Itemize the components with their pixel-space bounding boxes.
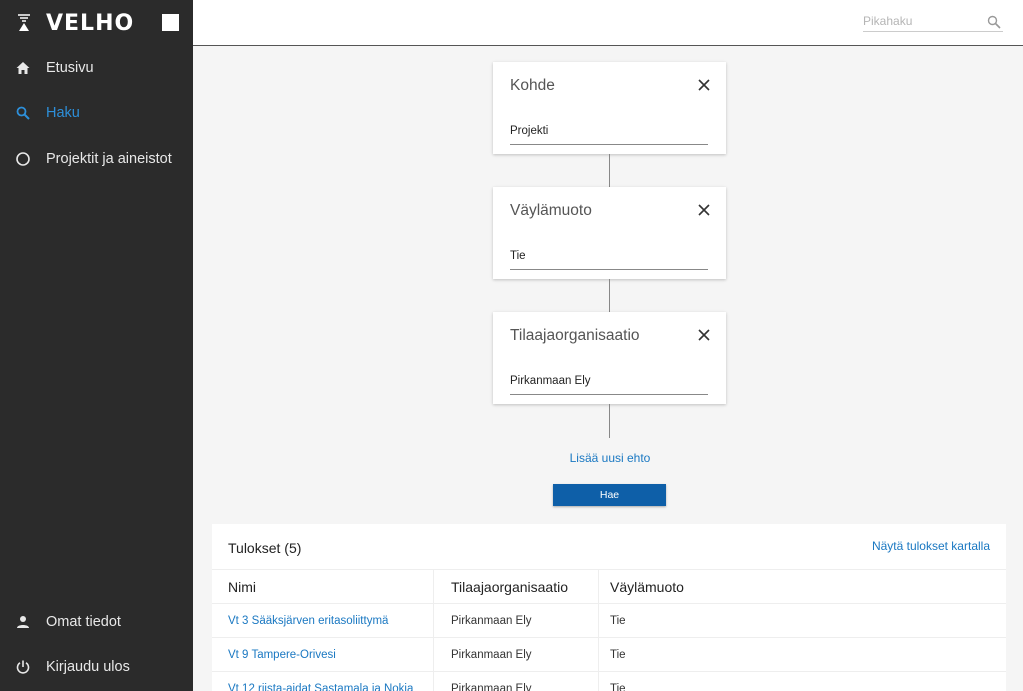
filter-title: Kohde bbox=[510, 77, 555, 94]
table-cell-organisation: Pirkanmaan Ely bbox=[433, 638, 598, 671]
search-button[interactable]: Hae bbox=[553, 484, 666, 506]
table-cell-name: Vt 3 Sääksjärven eritasoliittymä bbox=[228, 604, 433, 637]
table-cell-organisation: Pirkanmaan Ely bbox=[433, 604, 598, 637]
connector-line bbox=[609, 279, 610, 313]
results-panel: Tulokset (5) Näytä tulokset kartalla Nim… bbox=[212, 524, 1006, 691]
sidebar-item-label: Haku bbox=[46, 105, 80, 121]
close-icon[interactable] bbox=[698, 329, 710, 341]
connector-line bbox=[609, 154, 610, 188]
sidebar-item-label: Projektit ja aineistot bbox=[46, 151, 172, 167]
close-icon[interactable] bbox=[698, 204, 710, 216]
filter-value-field[interactable]: Projekti bbox=[510, 124, 708, 145]
top-bar bbox=[193, 0, 1023, 46]
home-icon bbox=[15, 60, 31, 76]
filter-card-kohde: Kohde Projekti bbox=[493, 62, 726, 154]
table-row[interactable]: Vt 12 riista-aidat Sastamala ja Nokia Pi… bbox=[212, 671, 1006, 691]
close-icon[interactable] bbox=[698, 79, 710, 91]
table-row[interactable]: Vt 9 Tampere-Orivesi Pirkanmaan Ely Tie bbox=[212, 637, 1006, 671]
sidebar-item-label: Etusivu bbox=[46, 60, 94, 76]
sidebar-item-haku[interactable]: Haku bbox=[0, 93, 193, 133]
sidebar-item-projektit[interactable]: Projektit ja aineistot bbox=[0, 139, 193, 179]
table-cell-mode: Tie bbox=[598, 672, 798, 691]
sidebar-item-label: Kirjaudu ulos bbox=[46, 659, 130, 675]
quick-search bbox=[863, 12, 1003, 32]
velho-logo-icon bbox=[18, 14, 30, 31]
table-cell-name: Vt 12 riista-aidat Sastamala ja Nokia bbox=[228, 672, 433, 691]
column-header-vaylamuoto[interactable]: Väylämuoto bbox=[598, 570, 798, 603]
table-cell-mode: Tie bbox=[598, 638, 798, 671]
app-name: VELHO bbox=[46, 10, 135, 36]
circle-icon bbox=[15, 151, 31, 167]
search-icon bbox=[15, 105, 31, 121]
results-title: Tulokset (5) bbox=[228, 540, 302, 556]
add-condition-link[interactable]: Lisää uusi ehto bbox=[540, 451, 680, 465]
filter-card-vaylamuoto: Väylämuoto Tie bbox=[493, 187, 726, 279]
sidebar-item-omat-tiedot[interactable]: Omat tiedot bbox=[0, 602, 193, 642]
result-link[interactable]: Vt 12 riista-aidat Sastamala ja Nokia bbox=[228, 683, 413, 691]
filter-title: Väylämuoto bbox=[510, 202, 592, 219]
filter-title: Tilaajaorganisaatio bbox=[510, 327, 640, 344]
table-cell-mode: Tie bbox=[598, 604, 798, 637]
table-row[interactable]: Vt 3 Sääksjärven eritasoliittymä Pirkanm… bbox=[212, 603, 1006, 637]
column-header-nimi[interactable]: Nimi bbox=[228, 570, 433, 603]
sidebar-item-etusivu[interactable]: Etusivu bbox=[0, 48, 193, 88]
sidebar: VELHO Etusivu Haku Projektit ja aineisto… bbox=[0, 0, 193, 691]
result-link[interactable]: Vt 3 Sääksjärven eritasoliittymä bbox=[228, 615, 388, 627]
connector-line bbox=[609, 404, 610, 438]
menu-toggle-button[interactable] bbox=[162, 14, 179, 31]
quick-search-input[interactable] bbox=[863, 14, 981, 28]
result-link[interactable]: Vt 9 Tampere-Orivesi bbox=[228, 649, 336, 661]
column-header-tilaajaorganisaatio[interactable]: Tilaajaorganisaatio bbox=[433, 570, 598, 603]
table-cell-organisation: Pirkanmaan Ely bbox=[433, 672, 598, 691]
filter-card-tilaajaorganisaatio: Tilaajaorganisaatio Pirkanmaan Ely bbox=[493, 312, 726, 404]
table-cell-name: Vt 9 Tampere-Orivesi bbox=[228, 638, 433, 671]
sidebar-item-kirjaudu-ulos[interactable]: Kirjaudu ulos bbox=[0, 647, 193, 687]
filter-value-field[interactable]: Pirkanmaan Ely bbox=[510, 374, 708, 395]
sidebar-item-label: Omat tiedot bbox=[46, 614, 121, 630]
results-table: Nimi Tilaajaorganisaatio Väylämuoto Vt 3… bbox=[212, 569, 1006, 691]
person-icon bbox=[15, 614, 31, 630]
filter-value-field[interactable]: Tie bbox=[510, 249, 708, 270]
power-icon bbox=[15, 659, 31, 675]
show-on-map-link[interactable]: Näytä tulokset kartalla bbox=[872, 539, 990, 553]
search-icon[interactable] bbox=[987, 15, 1001, 34]
table-header-row: Nimi Tilaajaorganisaatio Väylämuoto bbox=[212, 569, 1006, 603]
